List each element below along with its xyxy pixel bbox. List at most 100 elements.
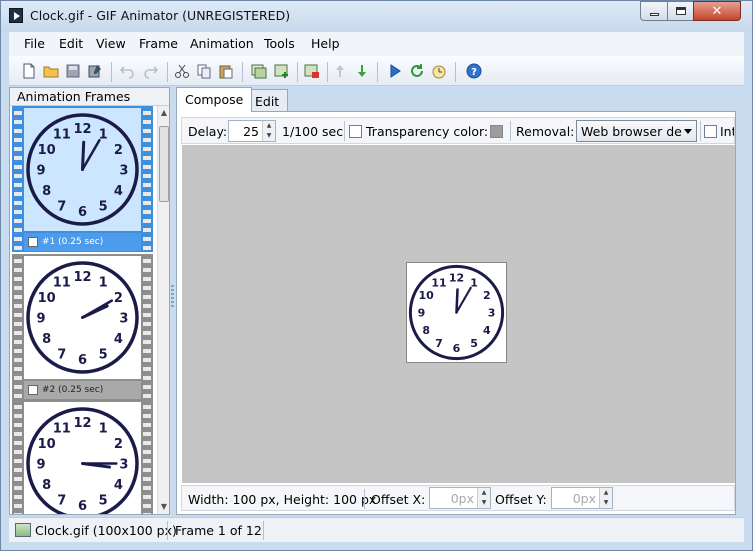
new-file-icon[interactable] bbox=[21, 63, 37, 79]
status-file: Clock.gif (100x100 px) bbox=[35, 523, 177, 538]
frame-strip: 1 2 3 4 5 6 7 8 9 10 11 12 #1 (0.25 sec) 1234567891… bbox=[10, 106, 157, 514]
offset-y-stepper[interactable]: ▲ ▼ bbox=[599, 488, 612, 508]
menu-animation[interactable]: Animation bbox=[190, 36, 254, 51]
image-icon bbox=[15, 523, 31, 537]
clock-numeral: 6 bbox=[453, 342, 461, 355]
toolbar-separator bbox=[297, 62, 298, 82]
offset-y-label: Offset Y: bbox=[495, 492, 547, 507]
interlace-label: Int bbox=[720, 124, 735, 139]
animation-frames-panel: Animation Frames 1 2 3 4 5 6 7 8 9 10 11 12 #1 (0.2… bbox=[9, 87, 170, 515]
clock-numeral: 6 bbox=[78, 205, 87, 220]
delay-value: 25 bbox=[243, 124, 259, 139]
clock-image: 1234567891011 12 bbox=[408, 264, 505, 361]
toolbar-separator bbox=[377, 62, 378, 82]
menu-help[interactable]: Help bbox=[311, 36, 340, 51]
clock-numeral: 2 bbox=[114, 291, 123, 306]
frame-label-row: #2 (0.25 sec) bbox=[24, 381, 141, 399]
undo-icon[interactable] bbox=[119, 63, 135, 79]
toolbar-separator bbox=[167, 62, 168, 82]
clock-numeral: 12 bbox=[73, 270, 91, 285]
scroll-up-icon[interactable]: ▲ bbox=[158, 106, 170, 120]
redo-icon[interactable] bbox=[143, 63, 159, 79]
add-frame-icon[interactable] bbox=[274, 63, 290, 79]
minimize-icon bbox=[649, 12, 659, 16]
tab-compose[interactable]: Compose bbox=[176, 87, 253, 112]
delay-stepper[interactable]: ▲ ▼ bbox=[262, 121, 275, 141]
delete-frame-icon[interactable] bbox=[304, 63, 320, 79]
film-perforation bbox=[143, 400, 151, 514]
status-separator bbox=[263, 521, 264, 540]
frame-checkbox[interactable] bbox=[28, 385, 38, 395]
clock-numeral: 1 bbox=[99, 422, 108, 437]
removal-select[interactable]: Web browser de bbox=[576, 120, 697, 142]
close-button[interactable]: ✕ bbox=[693, 1, 741, 21]
frame-item[interactable]: 1 2 3 4 5 6 7 8 9 10 11 12 bbox=[12, 400, 153, 514]
frame-thumbnail: 1 2 3 4 5 6 7 8 9 10 11 12 bbox=[24, 108, 141, 231]
transparency-checkbox[interactable] bbox=[349, 125, 362, 138]
cut-icon[interactable] bbox=[174, 63, 190, 79]
offset-x-value: 0px bbox=[450, 491, 474, 506]
offset-x-stepper[interactable]: ▲ ▼ bbox=[477, 488, 490, 508]
menu-frame[interactable]: Frame bbox=[139, 36, 178, 51]
clock-numeral: 2 bbox=[114, 437, 123, 452]
timer-icon[interactable] bbox=[431, 63, 447, 79]
maximize-icon bbox=[675, 7, 686, 15]
offset-x-label: Offset X: bbox=[371, 492, 426, 507]
maximize-button[interactable] bbox=[667, 1, 694, 21]
save-as-icon[interactable] bbox=[87, 63, 103, 79]
open-folder-icon[interactable] bbox=[43, 63, 59, 79]
clock-numeral: 2 bbox=[114, 143, 123, 158]
toolbar-separator bbox=[242, 62, 243, 82]
play-icon[interactable] bbox=[387, 63, 403, 79]
copy-icon[interactable] bbox=[196, 63, 212, 79]
transparency-color-swatch[interactable] bbox=[490, 125, 503, 138]
frame-item[interactable]: 1 2 3 4 5 6 7 8 9 10 11 12 #2 (0.25 sec) bbox=[12, 254, 153, 400]
frame-checkbox[interactable] bbox=[28, 237, 38, 247]
menu-edit[interactable]: Edit bbox=[59, 36, 83, 51]
scrollbar-thumb[interactable] bbox=[159, 126, 169, 202]
clock-numeral: 5 bbox=[99, 199, 108, 214]
refresh-icon[interactable] bbox=[409, 63, 425, 79]
move-down-icon[interactable] bbox=[354, 63, 370, 79]
panel-splitter[interactable] bbox=[171, 285, 174, 309]
clock-image: 1234567891011 12 bbox=[26, 407, 139, 514]
compose-canvas[interactable]: 1 2 3 4 5 6 7 8 9 10 11 12 bbox=[182, 145, 735, 483]
delay-label: Delay: bbox=[188, 124, 228, 139]
toolbar-separator bbox=[327, 62, 328, 82]
delay-input[interactable]: 25 ▲ ▼ bbox=[228, 120, 276, 142]
paste-icon[interactable] bbox=[218, 63, 234, 79]
clock-numeral: 8 bbox=[42, 184, 51, 199]
minimize-button[interactable] bbox=[640, 1, 668, 21]
clock-numeral: 8 bbox=[42, 478, 51, 493]
clock-numeral: 10 bbox=[38, 143, 56, 158]
svg-text:?: ? bbox=[471, 67, 477, 78]
clock-numeral: 7 bbox=[57, 493, 66, 508]
help-icon[interactable]: ? bbox=[466, 63, 482, 79]
window-title: Clock.gif - GIF Animator (UNREGISTERED) bbox=[30, 8, 291, 23]
frames-scrollbar[interactable]: ▲ ▼ bbox=[157, 106, 169, 514]
save-icon[interactable] bbox=[65, 63, 81, 79]
options-separator bbox=[344, 121, 345, 141]
clock-numeral: 5 bbox=[470, 337, 478, 350]
menu-view[interactable]: View bbox=[96, 36, 126, 51]
scroll-down-icon[interactable]: ▼ bbox=[158, 500, 170, 514]
duplicate-frame-icon[interactable] bbox=[251, 63, 267, 79]
clock-numeral: 3 bbox=[119, 312, 128, 327]
interlace-checkbox[interactable] bbox=[704, 125, 717, 138]
clock-numeral: 8 bbox=[422, 324, 430, 337]
clock-numeral: 10 bbox=[418, 289, 434, 302]
frame-preview: 1 2 3 4 5 6 7 8 9 10 11 12 bbox=[406, 262, 507, 363]
move-up-icon[interactable] bbox=[332, 63, 348, 79]
app-icon bbox=[9, 8, 23, 23]
frame-info-bar: Width: 100 px, Height: 100 px Offset X: … bbox=[181, 485, 735, 511]
offset-x-input[interactable]: 0px ▲ ▼ bbox=[429, 487, 491, 509]
offset-y-input[interactable]: 0px ▲ ▼ bbox=[551, 487, 613, 509]
frame-item[interactable]: 1 2 3 4 5 6 7 8 9 10 11 12 #1 (0.25 sec) bbox=[12, 106, 153, 252]
options-separator bbox=[510, 121, 511, 141]
frame-thumbnail: 1 2 3 4 5 6 7 8 9 10 11 12 bbox=[24, 256, 141, 379]
clock-numeral: 11 bbox=[53, 422, 71, 437]
menu-file[interactable]: File bbox=[24, 36, 45, 51]
chevron-down-icon bbox=[684, 129, 692, 134]
menu-tools[interactable]: Tools bbox=[264, 36, 295, 51]
clock-numeral: 4 bbox=[114, 184, 123, 199]
